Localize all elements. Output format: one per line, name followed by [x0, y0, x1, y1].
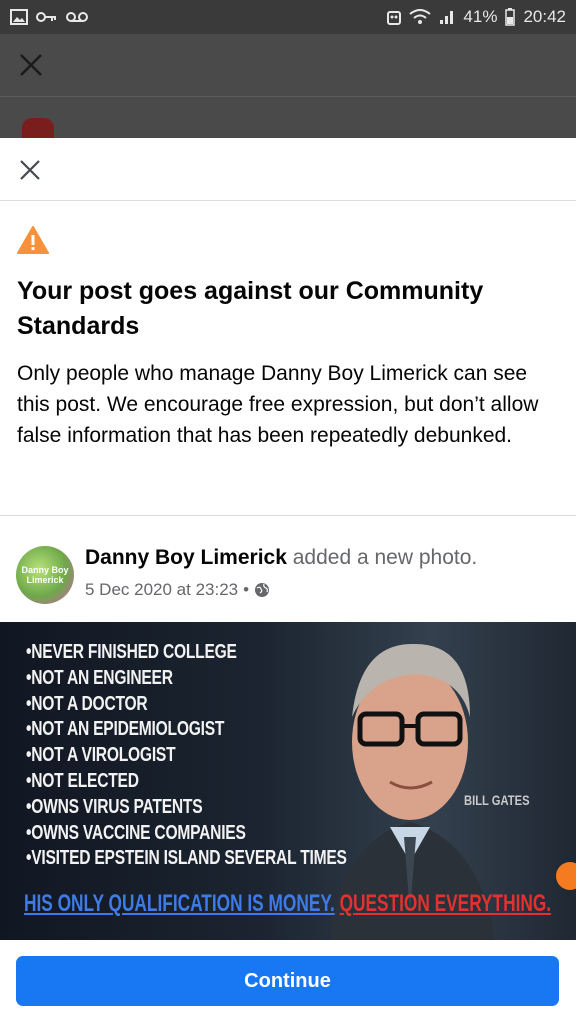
photo-name-tag: BILL GATES: [464, 792, 530, 808]
photo-bullet: NOT ELECTED: [26, 769, 347, 795]
post-meta: 5 Dec 2020 at 23:23 •: [85, 580, 270, 600]
sheet-header: [0, 138, 576, 201]
photo-bullet: OWNS VACCINE COMPANIES: [26, 821, 347, 847]
photo-caption: HIS ONLY QUALIFICATION IS MONEY. QUESTIO…: [24, 890, 551, 918]
status-icons-left: [10, 9, 88, 25]
key-icon: [36, 12, 56, 22]
post-header: Danny Boy Limerick added a new photo.: [85, 546, 477, 570]
post-photo[interactable]: NEVER FINISHED COLLEGE NOT AN ENGINEER N…: [0, 622, 576, 940]
photo-bullet: NOT AN ENGINEER: [26, 666, 347, 692]
post-date[interactable]: 5 Dec 2020 at 23:23: [85, 580, 238, 600]
photo-caption-line2: QUESTION EVERYTHING.: [339, 890, 552, 917]
photo-bullet: NEVER FINISHED COLLEGE: [26, 640, 347, 666]
section-divider: [0, 515, 576, 516]
meta-separator: •: [243, 580, 250, 599]
background-icon: [22, 118, 54, 138]
community-standards-sheet: Your post goes against our Community Sta…: [0, 138, 576, 1024]
clock: 20:42: [523, 7, 566, 26]
photo-bullet: NOT AN EPIDEMIOLOGIST: [26, 717, 347, 743]
close-button[interactable]: [14, 154, 46, 186]
close-icon: [20, 160, 40, 180]
battery-icon: [505, 8, 516, 26]
status-bar: 41% 20:42: [0, 0, 576, 34]
signal-icon: [440, 11, 454, 24]
wifi-icon: [409, 9, 432, 24]
photo-bullet: NOT A DOCTOR: [26, 692, 347, 718]
background-close-icon: [18, 52, 44, 83]
continue-button[interactable]: Continue: [16, 956, 559, 1006]
voicemail-icon: [66, 12, 88, 22]
status-icons-right: 41% 20:42: [387, 7, 566, 27]
photo-bullet: OWNS VIRUS PATENTS: [26, 795, 347, 821]
post-author[interactable]: Danny Boy Limerick: [85, 546, 287, 569]
gallery-icon: [10, 9, 28, 25]
dialog-body: Only people who manage Danny Boy Limeric…: [17, 362, 539, 447]
photo-bullet: VISITED EPSTEIN ISLAND SEVERAL TIMES: [26, 846, 347, 872]
globe-icon: [255, 583, 270, 597]
photo-caption-line1: HIS ONLY QUALIFICATION IS MONEY.: [24, 890, 335, 917]
floating-badge[interactable]: [556, 862, 576, 890]
photo-bullet-list: NEVER FINISHED COLLEGE NOT AN ENGINEER N…: [26, 640, 347, 872]
avatar-text: Danny Boy Limerick: [21, 565, 69, 585]
warning-icon: [17, 226, 49, 259]
photo-bullet: NOT A VIROLOGIST: [26, 743, 347, 769]
dialog-headline: Your post goes against our Community Sta…: [17, 277, 484, 340]
post-action: added a new photo.: [286, 546, 478, 569]
avatar[interactable]: Danny Boy Limerick: [16, 546, 74, 604]
robot-icon: [387, 11, 402, 25]
background-page: [0, 34, 576, 138]
battery-percent: 41%: [463, 7, 498, 26]
background-divider: [0, 96, 576, 97]
